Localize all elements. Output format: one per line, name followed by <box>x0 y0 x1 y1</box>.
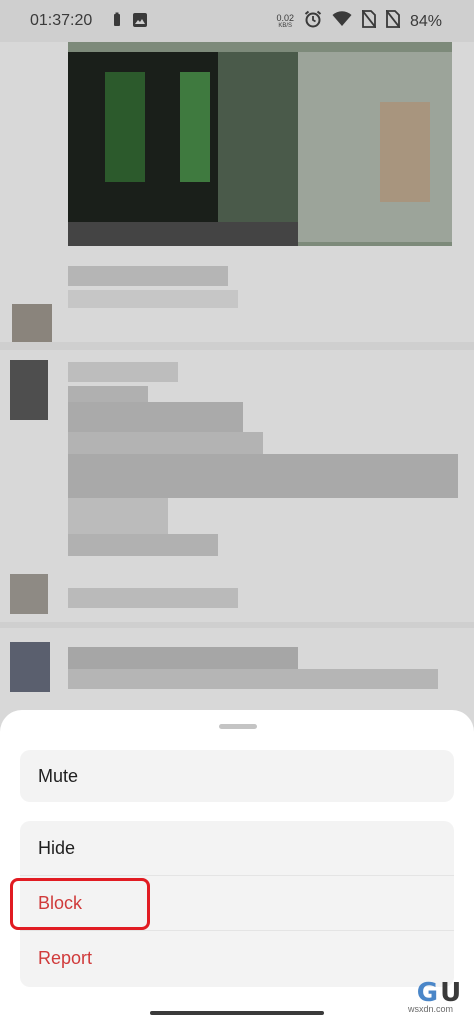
pixel-block <box>68 402 243 432</box>
pixel-block <box>68 534 218 556</box>
pixel-block <box>12 304 52 344</box>
clock: 01:37:20 <box>30 12 93 29</box>
pixel-block <box>180 72 210 182</box>
pixel-block <box>10 360 48 420</box>
block-highlight-annotation <box>10 878 150 930</box>
watermark-text: wsxdn.com <box>408 1004 454 1014</box>
status-bar: 01:37:20 0.02 KB/S 84% <box>0 0 474 42</box>
watermark-logo-g: G <box>416 978 439 1008</box>
pixel-block <box>68 647 298 669</box>
action-bottom-sheet: Mute Hide Block Report <box>0 710 474 1024</box>
mute-option[interactable]: Mute <box>20 750 454 802</box>
pixel-block <box>68 362 178 382</box>
no-sim-icon <box>361 9 377 33</box>
pixel-block <box>105 72 145 182</box>
data-rate-unit: KB/S <box>278 22 293 29</box>
wifi-icon <box>332 11 352 32</box>
pixel-block <box>68 669 438 689</box>
pixel-block <box>68 454 458 498</box>
data-rate-value: 0.02 <box>276 12 294 23</box>
mute-label: Mute <box>38 765 79 786</box>
pixel-block <box>0 622 474 628</box>
pixel-block <box>68 432 263 454</box>
pixel-block <box>68 588 238 608</box>
pixel-block <box>218 52 298 222</box>
home-indicator[interactable] <box>150 1011 324 1015</box>
alarm-icon <box>304 10 322 33</box>
pixel-block <box>380 102 430 202</box>
battery-percentage: 84% <box>409 12 442 30</box>
report-option[interactable]: Report <box>20 931 454 986</box>
hide-option[interactable]: Hide <box>20 821 454 876</box>
hide-label: Hide <box>38 837 76 858</box>
pixel-block <box>0 342 474 350</box>
pixel-block <box>68 290 238 308</box>
battery-saver-icon <box>112 12 122 33</box>
sheet-drag-handle[interactable] <box>219 724 257 729</box>
pixel-block <box>10 642 50 692</box>
image-notification-icon <box>132 12 148 33</box>
pixel-block <box>68 498 168 534</box>
menu-group-mute: Mute <box>20 750 454 802</box>
watermark-logo-u: U <box>440 978 462 1008</box>
pixel-block <box>68 222 298 246</box>
data-rate-indicator: 0.02 KB/S <box>276 12 294 30</box>
no-sim-icon <box>385 9 401 33</box>
report-label: Report <box>38 948 93 968</box>
pixel-block <box>68 266 228 286</box>
pixel-block <box>10 574 48 614</box>
blurred-feed-background <box>0 42 474 742</box>
